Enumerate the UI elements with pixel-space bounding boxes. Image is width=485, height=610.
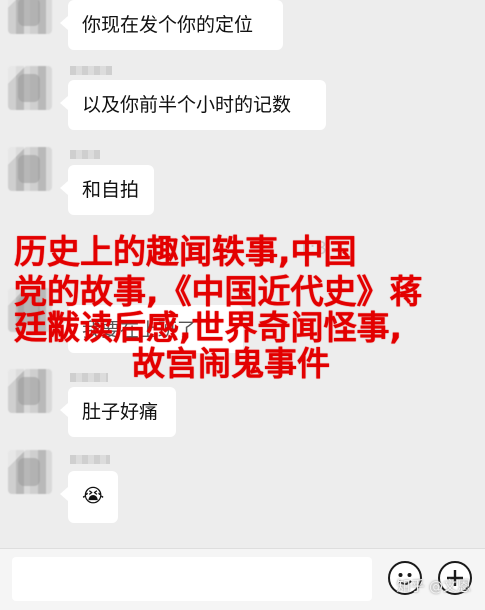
message-bubble: 肚子好痛 <box>60 387 176 437</box>
avatar[interactable] <box>8 369 52 413</box>
overlay-line-4: 故宫闹鬼事件 <box>132 344 330 383</box>
message-text: 以及你前半个小时的记数 <box>82 94 292 116</box>
message-text: 和自拍 <box>82 179 140 201</box>
message-bubble: 😭 <box>60 471 118 523</box>
avatar[interactable] <box>8 147 52 191</box>
message-bubble: 以及你前半个小时的记数 <box>60 80 326 130</box>
sender-name <box>70 373 108 382</box>
avatar[interactable] <box>8 66 52 110</box>
overlay-line-1: 历史上的趣闻轶事,中国 <box>14 232 357 271</box>
message-text: 肚子好痛 <box>82 401 159 423</box>
watermark: 知乎 @文恩 <box>396 579 471 595</box>
avatar[interactable] <box>8 450 52 494</box>
overlay-line-3: 廷黻读后感,世界奇闻怪事, <box>14 308 403 347</box>
message-emoji: 😭 <box>82 485 105 507</box>
overlay-line-2: 党的故事,《中国近代史》蒋 <box>14 272 423 311</box>
message-bubble: 和自拍 <box>60 165 154 215</box>
message-input[interactable] <box>12 557 372 601</box>
avatar[interactable] <box>8 0 52 34</box>
message-bubble: 你现在发个你的定位 <box>60 0 283 50</box>
message-text: 你现在发个你的定位 <box>82 14 254 36</box>
sender-name <box>70 455 110 464</box>
sender-name <box>70 150 100 159</box>
sender-name <box>70 66 112 75</box>
